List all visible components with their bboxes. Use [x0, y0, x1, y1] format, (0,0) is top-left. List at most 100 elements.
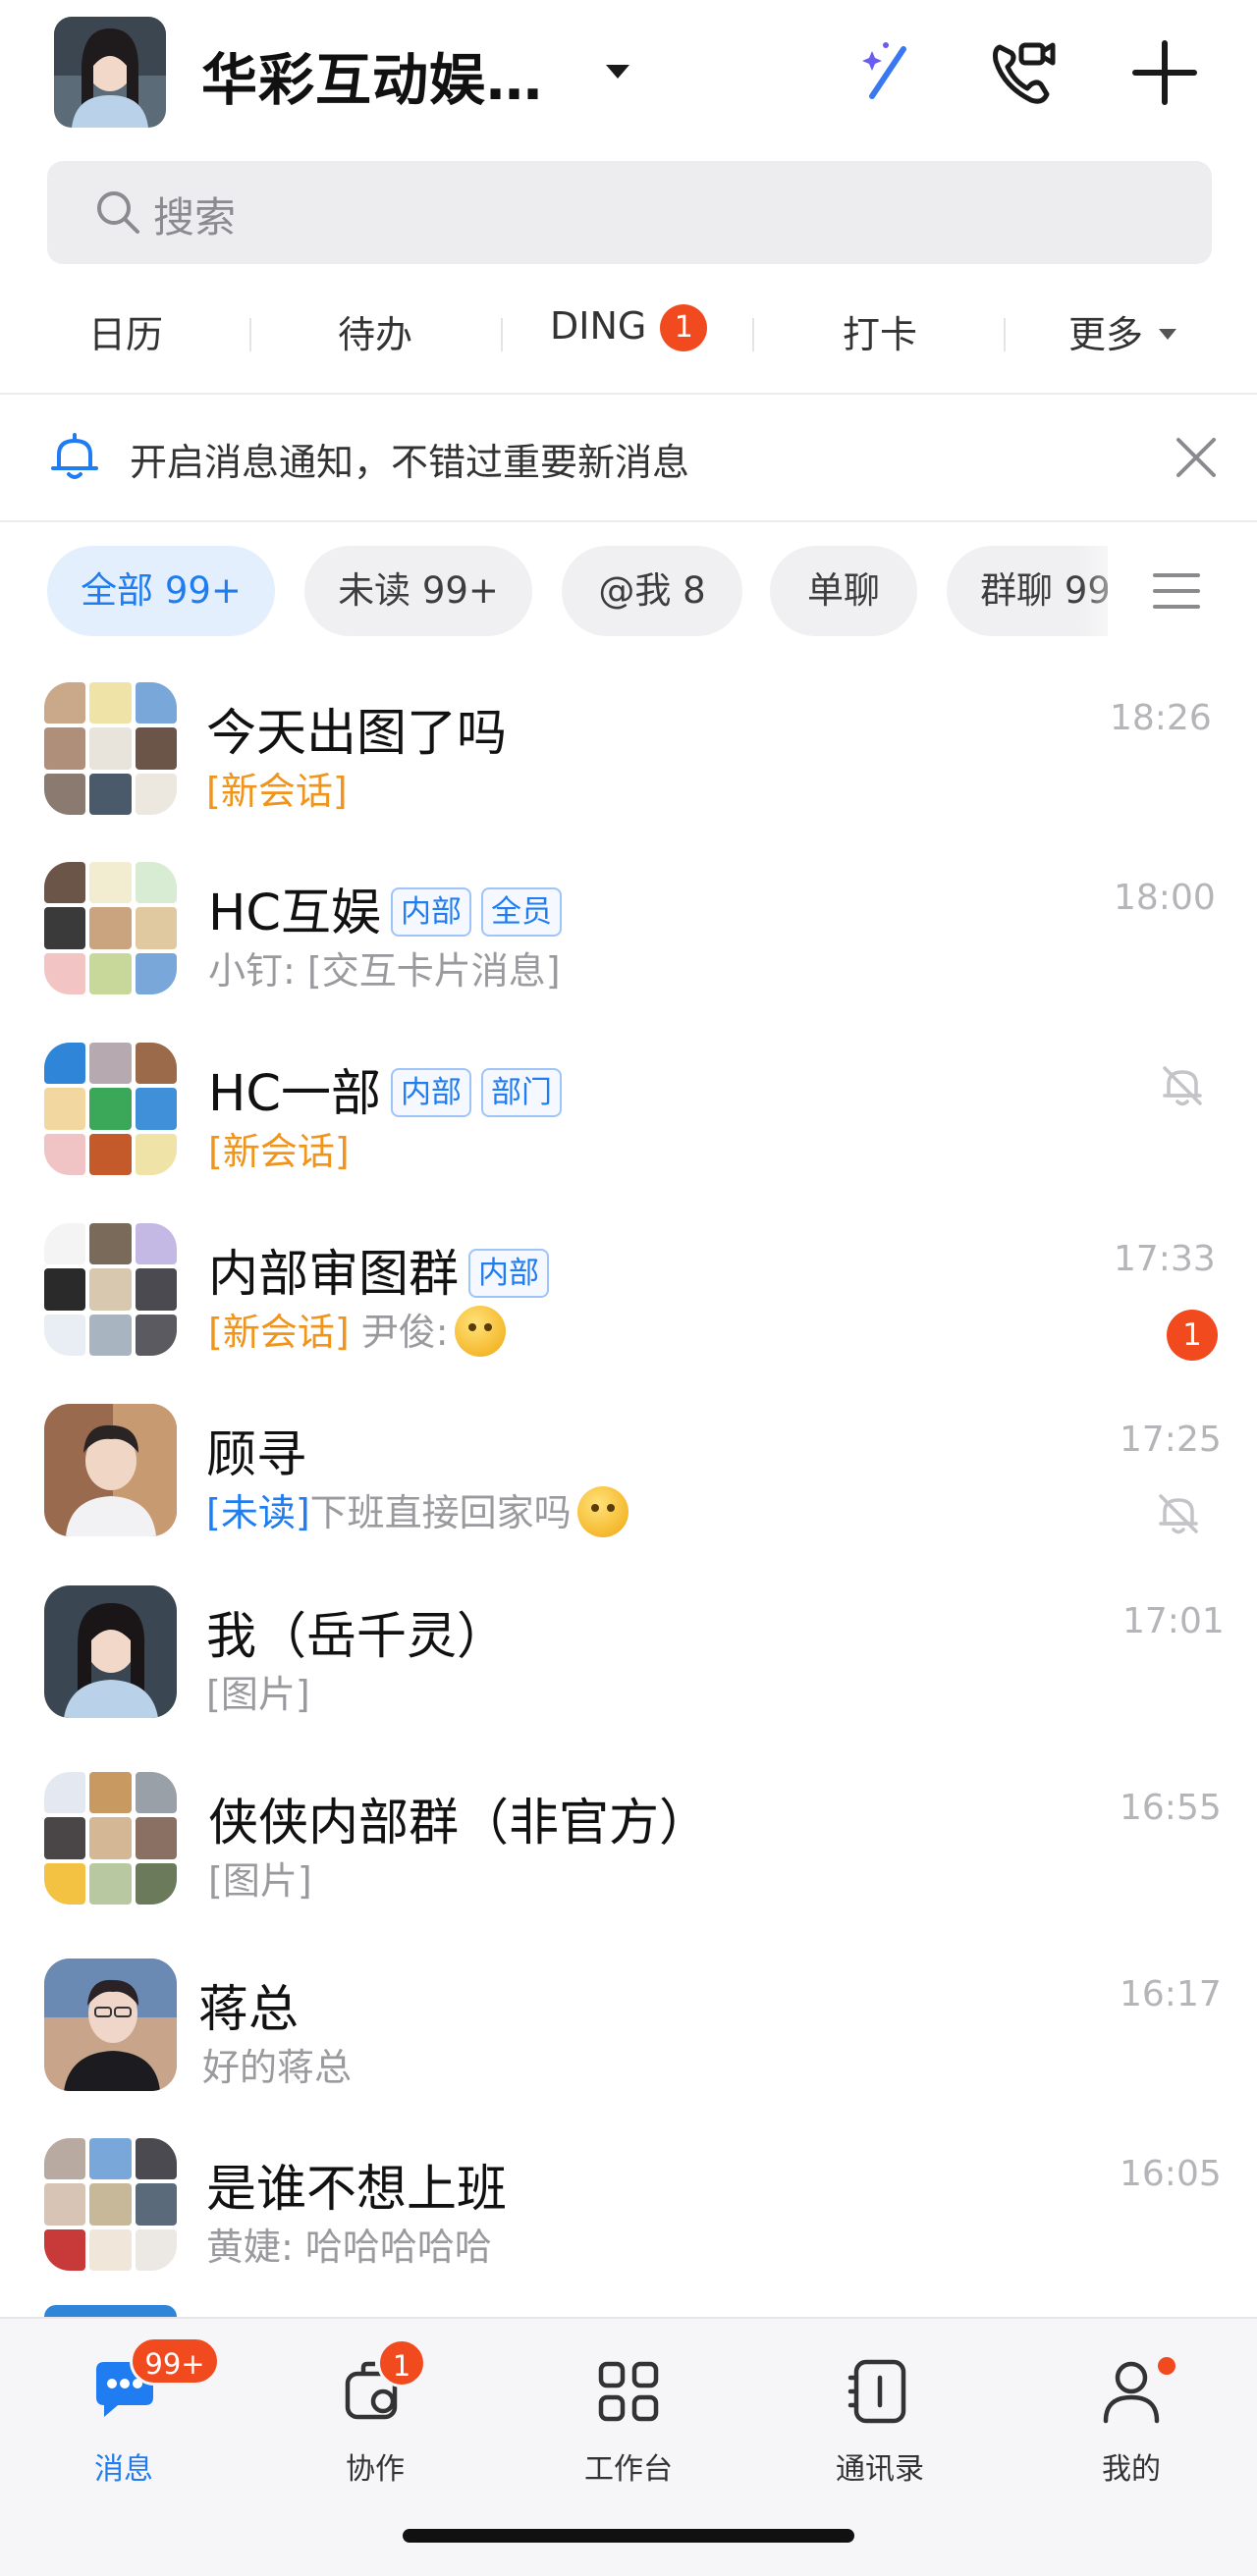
new-session-label: [新会话] [208, 1130, 350, 1173]
search-icon [94, 188, 141, 236]
video-call-icon[interactable] [986, 35, 1061, 110]
notification-banner-text: 开启消息通知，不错过重要新消息 [130, 441, 690, 484]
top-header: 华彩互动娱… [0, 0, 1257, 147]
nav-messages[interactable]: 99+ 消息 [35, 2336, 220, 2513]
chat-preview: 好的蒋总 [202, 2046, 353, 2089]
tag-internal: 内部 [468, 1249, 550, 1298]
chat-time: 16:55 [1120, 1788, 1222, 1828]
nav-workbench-label: 工作台 [584, 2452, 673, 2487]
nav-mine[interactable]: 我的 [1043, 2346, 1220, 2513]
nav-contacts[interactable]: 通讯录 [792, 2346, 968, 2513]
group-avatar [44, 1772, 177, 1905]
chat-title-text: 内部审图群 [208, 1246, 460, 1304]
search-placeholder: 搜索 [153, 193, 237, 242]
tab-divider [1004, 318, 1006, 351]
new-session-label: [新会话] [208, 1311, 350, 1354]
chat-preview: [新会话] 尹俊: [208, 1302, 506, 1357]
chat-row[interactable]: HC互娱 内部 全员 小钉: [交互卡片消息] 18:00 [0, 842, 1257, 1019]
group-avatar [44, 2138, 177, 2271]
tab-ding-label: DING [550, 304, 647, 348]
chat-time: 16:05 [1120, 2154, 1222, 2194]
magic-wand-icon[interactable] [850, 35, 925, 110]
tab-todo[interactable]: 待办 [338, 304, 412, 358]
close-icon[interactable] [1173, 434, 1220, 481]
filter-unread[interactable]: 未读 99+ [304, 546, 532, 636]
chat-time: 18:00 [1114, 878, 1216, 918]
workbench-grid-icon [593, 2356, 664, 2427]
tab-checkin[interactable]: 打卡 [843, 304, 917, 358]
divider [0, 520, 1257, 522]
chat-row[interactable]: HC一部 内部 部门 [新会话] [0, 1023, 1257, 1200]
tab-divider [501, 318, 503, 351]
org-switch-caret-icon[interactable] [606, 65, 629, 79]
chat-title: 蒋总 [198, 1981, 300, 2039]
nav-workbench[interactable]: 工作台 [540, 2346, 717, 2513]
filter-mentions[interactable]: @我 8 [562, 546, 742, 636]
chat-row[interactable]: 今天出图了吗 [新会话] 18:26 [0, 663, 1257, 839]
org-avatar[interactable] [54, 17, 166, 128]
contacts-book-icon [845, 2356, 915, 2427]
pleading-emoji-icon [576, 1486, 628, 1537]
chat-preview: [图片] [206, 1673, 310, 1716]
chevron-down-icon [1159, 329, 1177, 340]
home-indicator [403, 2529, 854, 2543]
chat-preview: 黄婕: 哈哈哈哈哈 [206, 2226, 492, 2269]
chat-preview: 小钉: [交互卡片消息] [208, 949, 561, 993]
tab-ding[interactable]: DING 1 [550, 304, 708, 351]
chat-preview: [新会话] [208, 1121, 350, 1175]
tag-internal: 内部 [390, 887, 471, 937]
chat-preview: [未读]下班直接回家吗 [206, 1482, 628, 1537]
preview-text: 尹俊: [349, 1311, 449, 1354]
chat-row[interactable]: 内部审图群 内部 [新会话] 尹俊: 17:33 1 [0, 1204, 1257, 1380]
preview-text: 下班直接回家吗 [309, 1491, 572, 1534]
chat-time: 16:17 [1120, 1974, 1222, 2014]
mine-notification-dot [1155, 2354, 1178, 2378]
tab-more[interactable]: 更多 [1068, 304, 1177, 358]
tag-internal: 内部 [390, 1068, 471, 1117]
filter-menu-button[interactable] [1108, 542, 1257, 640]
bell-icon [47, 429, 102, 484]
tab-divider [752, 318, 754, 351]
chat-title: 顾寻 [206, 1426, 307, 1484]
chat-row[interactable]: 蒋总 好的蒋总 16:17 [0, 1939, 1257, 2116]
chat-row[interactable]: 侠侠内部群（非官方） [图片] 16:55 [0, 1752, 1257, 1929]
menu-icon [1151, 567, 1202, 615]
unread-label: [未读] [206, 1491, 310, 1534]
chat-time: 17:25 [1120, 1420, 1222, 1460]
chat-time: 17:33 [1114, 1239, 1216, 1279]
filter-all[interactable]: 全部 99+ [47, 546, 275, 636]
group-avatar [44, 1223, 177, 1356]
chat-title-text: HC一部 [208, 1065, 381, 1123]
next-chat-avatar-peek [44, 2305, 177, 2317]
chat-time: 17:01 [1122, 1601, 1225, 1641]
chat-row[interactable]: 是谁不想上班 黄婕: 哈哈哈哈哈 16:05 [0, 2119, 1257, 2295]
new-session-label: [新会话] [206, 770, 348, 813]
search-bar[interactable]: 搜索 [47, 161, 1212, 264]
nav-mine-label: 我的 [1102, 2452, 1161, 2487]
group-avatar [44, 682, 177, 815]
filter-direct[interactable]: 单聊 [770, 546, 917, 636]
plus-icon[interactable] [1127, 35, 1202, 110]
org-name[interactable]: 华彩互动娱… [201, 35, 543, 116]
chat-preview: [图片] [208, 1859, 312, 1903]
messages-count-badge: 99+ [130, 2336, 220, 2386]
tab-calendar[interactable]: 日历 [88, 304, 163, 358]
thinking-emoji-icon [454, 1306, 506, 1357]
filter-chips: 全部 99+ 未读 99+ @我 8 单聊 群聊 99+ [0, 542, 1257, 640]
contact-avatar [44, 1959, 177, 2091]
nav-collab-label: 协作 [346, 2452, 405, 2487]
chat-row[interactable]: 顾寻 [未读]下班直接回家吗 17:25 [0, 1384, 1257, 1561]
tab-more-label: 更多 [1068, 313, 1144, 356]
group-avatar [44, 1043, 177, 1175]
chat-time: 18:26 [1110, 698, 1212, 738]
ding-count-badge: 1 [660, 304, 708, 351]
chat-title: 内部审图群 内部 [208, 1233, 550, 1306]
contact-avatar [44, 1404, 177, 1536]
nav-collab[interactable]: 1 协作 [287, 2338, 464, 2513]
tag-all-staff: 全员 [480, 887, 562, 937]
nav-contacts-label: 通讯录 [836, 2452, 924, 2487]
chat-row[interactable]: 我（岳千灵） [图片] 17:01 [0, 1566, 1257, 1743]
mute-bell-icon [1159, 1062, 1206, 1109]
nav-messages-label: 消息 [94, 2452, 153, 2487]
notification-banner[interactable]: 开启消息通知，不错过重要新消息 [0, 395, 1257, 520]
